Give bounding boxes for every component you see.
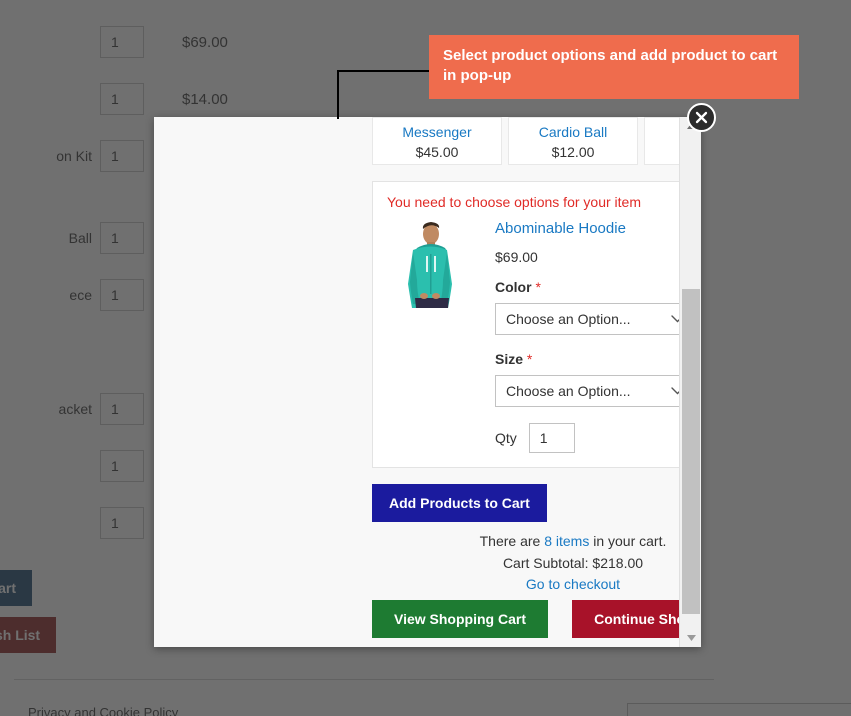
product-price: $69.00	[495, 249, 538, 265]
cart-items-suffix: in your cart.	[589, 533, 667, 549]
add-to-cart-modal: Messenger $45.00 Cardio Ball $12.00 Bott…	[154, 117, 701, 647]
go-to-checkout-link[interactable]: Go to checkout	[372, 574, 701, 596]
scroll-down-arrow-icon[interactable]	[680, 629, 701, 647]
product-card[interactable]: Cardio Ball $12.00	[508, 117, 638, 165]
callout-annotation: Select product options and add product t…	[429, 35, 799, 99]
cart-subtotal: Cart Subtotal: $218.00	[502, 554, 644, 571]
product-card-price: $45.00	[415, 144, 459, 160]
product-card-price: $12.00	[551, 144, 595, 160]
scrollbar-thumb[interactable]	[682, 289, 700, 614]
view-shopping-cart-button[interactable]: View Shopping Cart	[372, 600, 548, 638]
size-option-label: Size *	[495, 351, 701, 367]
color-option-label: Color *	[495, 279, 701, 295]
add-products-to-cart-button[interactable]: Add Products to Cart	[372, 484, 547, 522]
product-card[interactable]: Messenger $45.00	[372, 117, 502, 165]
cart-items-line: There are 8 items in your cart.	[372, 531, 701, 553]
cart-summary: There are 8 items in your cart. Cart Sub…	[372, 531, 701, 596]
size-select-value: Choose an Option...	[506, 383, 631, 399]
product-name-link[interactable]: Abominable Hoodie	[495, 220, 701, 237]
modal-scrollbar[interactable]	[679, 117, 701, 647]
qty-label: Qty	[495, 430, 517, 446]
color-label-text: Color	[495, 279, 532, 295]
callout-connector-vertical	[337, 71, 339, 119]
item-options-panel: You need to choose options for your item	[372, 181, 701, 468]
product-strip: Messenger $45.00 Cardio Ball $12.00 Bott…	[372, 117, 701, 165]
color-select-value: Choose an Option...	[506, 311, 631, 327]
item-fields: Abominable Hoodie $69.00 Color * Choose …	[495, 220, 701, 453]
color-select[interactable]: Choose an Option...	[495, 303, 695, 335]
cart-items-link[interactable]: 8 items	[544, 533, 589, 549]
cart-items-prefix: There are	[479, 533, 545, 549]
modal-footer-buttons: View Shopping Cart Continue Shopping (51…	[372, 600, 701, 638]
close-icon[interactable]	[687, 103, 716, 132]
product-thumbnail[interactable]	[387, 220, 467, 308]
size-select[interactable]: Choose an Option...	[495, 375, 695, 407]
size-label-text: Size	[495, 351, 524, 367]
qty-row: Qty 1	[495, 423, 701, 453]
qty-input[interactable]: 1	[528, 423, 575, 453]
callout-connector-horizontal	[337, 70, 430, 72]
product-card-name[interactable]: Messenger	[373, 124, 501, 140]
modal-content: Messenger $45.00 Cardio Ball $12.00 Bott…	[154, 117, 701, 647]
required-marker: *	[535, 279, 541, 295]
product-card-name[interactable]: Cardio Ball	[509, 124, 637, 140]
required-marker: *	[526, 351, 533, 367]
item-body: Abominable Hoodie $69.00 Color * Choose …	[387, 220, 701, 453]
validation-error-message: You need to choose options for your item	[387, 194, 641, 210]
